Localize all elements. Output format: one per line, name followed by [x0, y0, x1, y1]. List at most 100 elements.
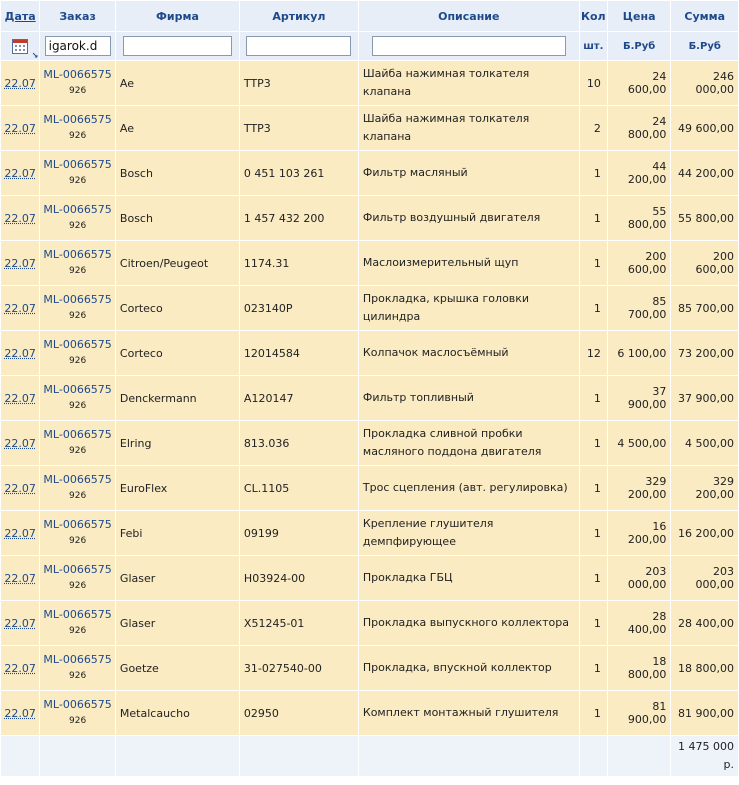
- sort-qty-link[interactable]: Кол: [581, 10, 606, 23]
- order-filter-cell: [40, 32, 115, 60]
- date-link[interactable]: 22.07: [4, 347, 36, 360]
- cell-article: 12014584: [239, 331, 358, 375]
- table-row: 22.07 ML-0066575 926 Glaser H03924-00 Проклад…: [1, 556, 738, 600]
- col-header-firm[interactable]: Фирма: [115, 1, 239, 31]
- cell-sum: 4 500,00: [671, 421, 738, 465]
- cell-firm: Glaser: [115, 601, 239, 645]
- date-link[interactable]: 22.07: [4, 212, 36, 225]
- cell-price: 329 200,00: [607, 466, 671, 510]
- col-header-description[interactable]: Описание: [358, 1, 579, 31]
- order-number-link[interactable]: ML-0066575: [42, 471, 113, 488]
- cell-firm: Ae: [115, 106, 239, 150]
- cell-qty: 1: [579, 601, 607, 645]
- col-header-qty[interactable]: Кол: [579, 1, 607, 31]
- order-sub-number: 926: [69, 671, 87, 681]
- col-header-article[interactable]: Артикул: [239, 1, 358, 31]
- order-number-link[interactable]: ML-0066575: [42, 426, 113, 443]
- order-sub-number: 926: [69, 311, 87, 321]
- cell-sum: 203 000,00: [671, 556, 738, 600]
- sort-date-link[interactable]: Дата: [5, 10, 36, 23]
- sort-article-link[interactable]: Артикул: [272, 10, 325, 23]
- date-link[interactable]: 22.07: [4, 707, 36, 720]
- order-number-link[interactable]: ML-0066575: [42, 381, 113, 398]
- description-filter-input[interactable]: [371, 36, 566, 56]
- cell-sum: 81 900,00: [671, 691, 738, 735]
- orders-table: Дата Заказ Фирма Артикул Описание Кол Це…: [0, 0, 739, 777]
- col-header-date[interactable]: Дата: [1, 1, 40, 31]
- col-header-price[interactable]: Цена: [607, 1, 671, 31]
- order-sub-number: 926: [69, 581, 87, 591]
- sort-order-link[interactable]: Заказ: [59, 10, 96, 23]
- order-filter-input[interactable]: [44, 36, 111, 56]
- date-filter-cell: ↘: [1, 32, 40, 60]
- date-link[interactable]: 22.07: [4, 77, 36, 90]
- table-row: 22.07 ML-0066575 926 Bosch 0 451 103 261 Филь…: [1, 151, 738, 195]
- order-number-link[interactable]: ML-0066575: [42, 246, 113, 263]
- table-row: 22.07 ML-0066575 926 EuroFlex CL.1105 Трос сц…: [1, 466, 738, 510]
- cell-price: 200 600,00: [607, 241, 671, 285]
- cell-qty: 2: [579, 106, 607, 150]
- order-sub-number: 926: [69, 356, 87, 366]
- cell-sum: 18 800,00: [671, 646, 738, 690]
- cell-firm: Goetze: [115, 646, 239, 690]
- sort-price-link[interactable]: Цена: [623, 10, 656, 23]
- col-header-sum[interactable]: Сумма: [671, 1, 738, 31]
- total-row: 1 475 000 р.: [1, 736, 738, 776]
- cell-qty: 1: [579, 556, 607, 600]
- order-sub-number: 926: [69, 446, 87, 456]
- date-link[interactable]: 22.07: [4, 527, 36, 540]
- order-sub-number: 926: [69, 131, 87, 141]
- order-number-link[interactable]: ML-0066575: [42, 201, 113, 218]
- cell-article: 1174.31: [239, 241, 358, 285]
- order-number-link[interactable]: ML-0066575: [42, 66, 113, 83]
- sort-firm-link[interactable]: Фирма: [156, 10, 199, 23]
- cell-order: ML-0066575 926: [40, 601, 115, 645]
- col-header-order[interactable]: Заказ: [40, 1, 115, 31]
- date-link[interactable]: 22.07: [4, 482, 36, 495]
- order-number-link[interactable]: ML-0066575: [42, 291, 113, 308]
- cell-price: 85 700,00: [607, 286, 671, 330]
- table-row: 22.07 ML-0066575 926 Ae TTP3 Шайба нажимная т…: [1, 106, 738, 150]
- cell-sum: 16 200,00: [671, 511, 738, 555]
- order-number-link[interactable]: ML-0066575: [42, 651, 113, 668]
- calendar-icon[interactable]: [12, 38, 29, 54]
- order-number-link[interactable]: ML-0066575: [42, 111, 113, 128]
- article-filter-cell: [239, 32, 358, 60]
- cell-price: 24 800,00: [607, 106, 671, 150]
- date-link[interactable]: 22.07: [4, 572, 36, 585]
- firm-filter-input[interactable]: [122, 36, 232, 56]
- cell-description: Фильтр топливный: [358, 376, 579, 420]
- date-link[interactable]: 22.07: [4, 662, 36, 675]
- order-number-link[interactable]: ML-0066575: [42, 696, 113, 713]
- cell-price: 81 900,00: [607, 691, 671, 735]
- order-number-link[interactable]: ML-0066575: [42, 156, 113, 173]
- date-link[interactable]: 22.07: [4, 167, 36, 180]
- date-link[interactable]: 22.07: [4, 122, 36, 135]
- date-link[interactable]: 22.07: [4, 302, 36, 315]
- cell-price: 203 000,00: [607, 556, 671, 600]
- cell-price: 37 900,00: [607, 376, 671, 420]
- date-link[interactable]: 22.07: [4, 392, 36, 405]
- cell-description: Маслоизмерительный щуп: [358, 241, 579, 285]
- cell-description: Шайба нажимная толкателя клапана: [358, 106, 579, 150]
- article-filter-input[interactable]: [246, 36, 352, 56]
- date-link[interactable]: 22.07: [4, 257, 36, 270]
- sort-description-link[interactable]: Описание: [438, 10, 499, 23]
- cell-qty: 1: [579, 466, 607, 510]
- cell-description: Фильтр воздушный двигателя: [358, 196, 579, 240]
- order-number-link[interactable]: ML-0066575: [42, 336, 113, 353]
- cell-qty: 1: [579, 286, 607, 330]
- table-row: 22.07 ML-0066575 926 Goetze 31-027540-00 Прок…: [1, 646, 738, 690]
- order-number-link[interactable]: ML-0066575: [42, 516, 113, 533]
- order-number-link[interactable]: ML-0066575: [42, 561, 113, 578]
- cell-date: 22.07: [1, 466, 40, 510]
- cell-date: 22.07: [1, 106, 40, 150]
- sort-sum-link[interactable]: Сумма: [684, 10, 725, 23]
- cell-order: ML-0066575 926: [40, 556, 115, 600]
- grand-total-value: 1 475 000: [678, 740, 734, 753]
- date-link[interactable]: 22.07: [4, 617, 36, 630]
- date-link[interactable]: 22.07: [4, 437, 36, 450]
- cell-article: TTP3: [239, 106, 358, 150]
- order-number-link[interactable]: ML-0066575: [42, 606, 113, 623]
- order-sub-number: 926: [69, 536, 87, 546]
